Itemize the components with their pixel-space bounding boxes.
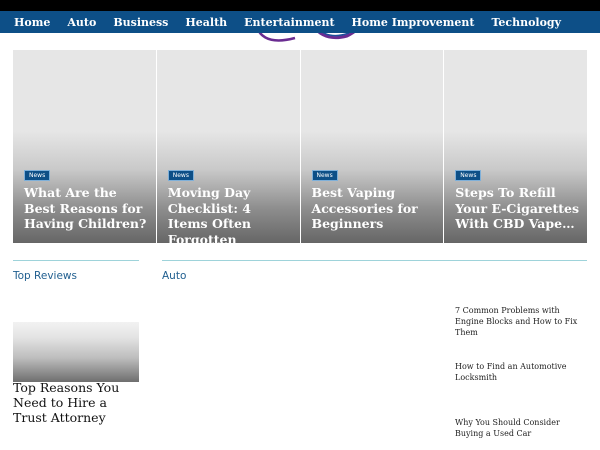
featured-card[interactable]: News Best Vaping Accessories for Beginne… bbox=[300, 50, 444, 243]
featured-title[interactable]: Moving Day Checklist: 4 Items Often Forg… bbox=[168, 185, 294, 247]
category-tag[interactable]: News bbox=[455, 170, 482, 181]
category-tag[interactable]: News bbox=[24, 170, 51, 181]
featured-posts: News What Are the Best Reasons for Havin… bbox=[13, 50, 587, 247]
nav-business[interactable]: Business bbox=[113, 16, 168, 29]
top-reviews-heading: Top Reviews bbox=[13, 270, 77, 282]
featured-card[interactable]: News Steps To Refill Your E-Cigarettes W… bbox=[444, 50, 587, 243]
nav-home[interactable]: Home bbox=[14, 16, 50, 29]
nav-health[interactable]: Health bbox=[185, 16, 227, 29]
featured-title[interactable]: Best Vaping Accessories for Beginners bbox=[312, 185, 438, 232]
nav-auto[interactable]: Auto bbox=[67, 16, 96, 29]
section-divider bbox=[13, 260, 139, 261]
featured-card[interactable]: News What Are the Best Reasons for Havin… bbox=[13, 50, 156, 243]
auto-post-link[interactable]: 7 Common Problems with Engine Blocks and… bbox=[455, 305, 587, 338]
featured-title[interactable]: Steps To Refill Your E-Cigarettes With C… bbox=[455, 185, 581, 232]
featured-title[interactable]: What Are the Best Reasons for Having Chi… bbox=[24, 185, 150, 232]
review-title[interactable]: Top Reasons You Need to Hire a Trust Att… bbox=[13, 380, 143, 425]
category-tag[interactable]: News bbox=[311, 170, 338, 181]
auto-post-link[interactable]: How to Find an Automotive Locksmith bbox=[455, 361, 587, 383]
auto-post-link[interactable]: Why You Should Consider Buying a Used Ca… bbox=[455, 417, 587, 439]
nav-entertainment[interactable]: Entertainment bbox=[244, 16, 334, 29]
nav-technology[interactable]: Technology bbox=[491, 16, 561, 29]
auto-heading: Auto bbox=[162, 270, 187, 282]
section-divider bbox=[162, 260, 587, 261]
category-tag[interactable]: News bbox=[167, 170, 194, 181]
nav-home-improvement[interactable]: Home Improvement bbox=[352, 16, 475, 29]
review-thumbnail[interactable] bbox=[13, 322, 139, 382]
main-nav: Home Auto Business Health Entertainment … bbox=[0, 11, 600, 33]
top-bar bbox=[0, 0, 600, 11]
featured-card[interactable]: News Moving Day Checklist: 4 Items Often… bbox=[156, 50, 300, 247]
